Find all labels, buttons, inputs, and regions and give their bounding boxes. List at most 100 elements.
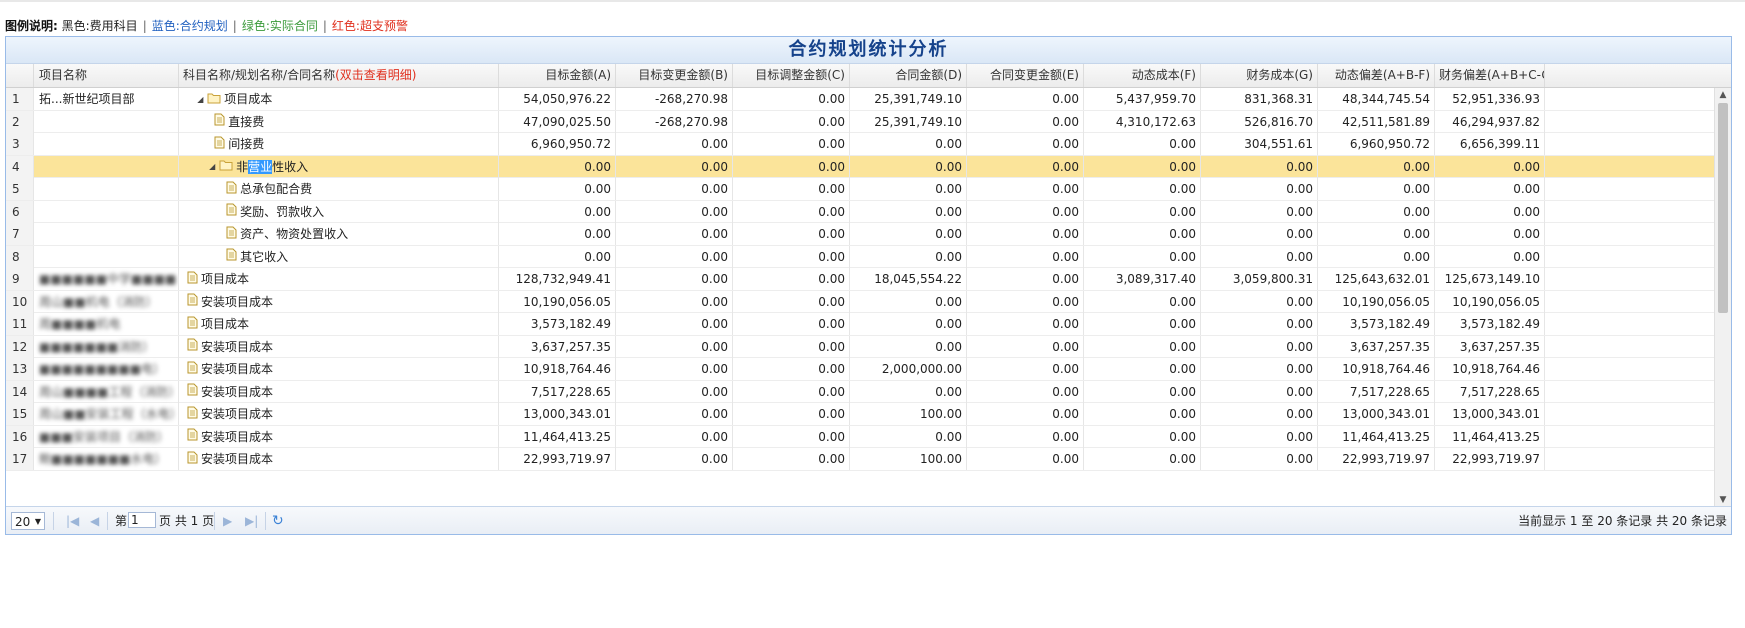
target-cell: 7,517,228.65 <box>499 380 616 403</box>
document-icon <box>187 359 198 381</box>
header-target-change[interactable]: 目标变更金额(B) <box>616 64 733 87</box>
header-target[interactable]: 目标金额(A) <box>499 64 616 87</box>
target-change-cell: -268,270.98 <box>616 110 733 133</box>
subject-name: 间接费 <box>228 137 265 151</box>
project-name-cell[interactable] <box>34 178 179 200</box>
header-project-name[interactable]: 项目名称 <box>34 64 179 87</box>
project-name-cell[interactable]: 周山■■机电（消防） <box>34 290 179 313</box>
project-name-cell[interactable] <box>34 245 179 268</box>
expand-arrow-icon[interactable]: ◢ <box>209 156 219 178</box>
subject-name-cell[interactable]: 间接费 <box>179 133 499 155</box>
record-summary: 当前显示 1 至 20 条记录 共 20 条记录 <box>1518 514 1727 528</box>
subject-name-cell[interactable]: 安装项目成本 <box>179 448 499 470</box>
table-row[interactable]: 15 周山■■安装工程（水电） 安装项目成本 13,000,343.01 0.00 0.0… <box>6 403 1716 426</box>
legend-items: 黑色:费用科目 | 蓝色:合约规划 | 绿色:实际合同 | 红色:超支预警 <box>62 19 408 33</box>
last-page-icon[interactable]: ▶| <box>245 512 258 530</box>
target-adjust-cell: 0.00 <box>733 155 850 178</box>
subject-name-cell[interactable]: ◢ 非营业性收入 <box>179 155 499 178</box>
subject-name-cell[interactable]: 资产、物资处置收入 <box>179 223 499 245</box>
table-row[interactable]: 16 ■■■安装项目（消防） 安装项目成本 11,464,413.25 0.00 0.00… <box>6 425 1716 448</box>
legend-item: 蓝色:合约规划 <box>151 19 228 33</box>
target-change-cell: 0.00 <box>616 268 733 290</box>
scroll-down-icon[interactable]: ▼ <box>1715 493 1731 507</box>
header-target-adjust[interactable]: 目标调整金额(C) <box>733 64 850 87</box>
target-cell: 10,190,056.05 <box>499 290 616 313</box>
table-row[interactable]: 2 直接费 47,090,025.50 -268,270.98 0.00 25,391,7… <box>6 110 1716 133</box>
target-cell: 22,993,719.97 <box>499 448 616 470</box>
project-name-cell[interactable] <box>34 155 179 178</box>
target-cell: 0.00 <box>499 223 616 245</box>
project-name-cell[interactable]: ■■■■■■■消防） <box>34 335 179 358</box>
subject-name-cell[interactable]: 项目成本 <box>179 268 499 290</box>
table-row[interactable]: 14 周山■■■■工程（消防） 安装项目成本 7,517,228.65 0.00 0.00… <box>6 380 1716 403</box>
target-change-cell: 0.00 <box>616 290 733 313</box>
table-row[interactable]: 5 总承包配合费 0.00 0.00 0.00 0.00 0.00 0.00 0.00 0.00 0… <box>6 178 1716 201</box>
header-dynamic-cost[interactable]: 动态成本(F) <box>1084 64 1201 87</box>
table-row[interactable]: 8 其它收入 0.00 0.00 0.00 0.00 0.00 0.00 0.00 0.00 0.0… <box>6 245 1716 268</box>
chevron-down-icon: ▼ <box>34 517 41 526</box>
project-name-cell[interactable] <box>34 110 179 133</box>
project-name-cell[interactable] <box>34 200 179 223</box>
header-contract[interactable]: 合同金额(D) <box>850 64 967 87</box>
refresh-icon[interactable]: ↻ <box>272 512 284 530</box>
contract-change-cell: 0.00 <box>967 425 1084 448</box>
page-prefix: 第 <box>115 514 128 528</box>
table-row[interactable]: 7 资产、物资处置收入 0.00 0.00 0.00 0.00 0.00 0.00 0.00 0.… <box>6 223 1716 246</box>
scroll-up-icon[interactable]: ▲ <box>1715 88 1731 102</box>
expand-arrow-icon[interactable]: ◢ <box>197 89 207 111</box>
table-row[interactable]: 4 ◢ 非营业性收入 0.00 0.00 0.00 0.00 0.00 0.00 0.00 0.00… <box>6 155 1716 178</box>
project-name-cell[interactable]: ■■■■■■中学■■■■ <box>34 268 179 290</box>
page-title: 合约规划统计分析 <box>6 37 1731 64</box>
dynamic-deviation-cell: 48,344,745.54 <box>1318 88 1435 110</box>
page-number-input[interactable]: 1 <box>128 512 156 528</box>
subject-name-cell[interactable]: 总承包配合费 <box>179 178 499 200</box>
project-name-cell[interactable] <box>34 223 179 245</box>
contract-cell: 25,391,749.10 <box>850 88 967 110</box>
table-header: 项目名称 科目名称/规划名称/合同名称(双击查看明细) 目标金额(A) 目标变更… <box>6 64 1731 88</box>
subject-name-cell[interactable]: 安装项目成本 <box>179 358 499 380</box>
subject-name-cell[interactable]: 其它收入 <box>179 245 499 268</box>
finance-deviation-cell: 10,190,056.05 <box>1435 290 1545 313</box>
project-name-cell[interactable]: 周■■■■机电 <box>34 313 179 335</box>
vertical-scrollbar[interactable]: ▲ ▼ <box>1714 88 1731 507</box>
dynamic-deviation-cell: 42,511,581.89 <box>1318 110 1435 133</box>
header-dynamic-deviation[interactable]: 动态偏差(A+B-F) <box>1318 64 1435 87</box>
table-row[interactable]: 9 ■■■■■■中学■■■■ 项目成本 128,732,949.41 0.00 0.00 1… <box>6 268 1716 291</box>
page-size-select[interactable]: 20 ▼ <box>11 512 45 530</box>
subject-name-cell[interactable]: 安装项目成本 <box>179 380 499 403</box>
first-page-icon[interactable]: |◀ <box>66 512 79 530</box>
scroll-thumb[interactable] <box>1718 103 1728 313</box>
table-row[interactable]: 11 周■■■■机电 项目成本 3,573,182.49 0.00 0.00 0.00 0.0… <box>6 313 1716 336</box>
header-contract-change[interactable]: 合同变更金额(E) <box>967 64 1084 87</box>
table-row[interactable]: 3 间接费 6,960,950.72 0.00 0.00 0.00 0.00 0.00 304,… <box>6 133 1716 156</box>
subject-name-cell[interactable]: 直接费 <box>179 110 499 133</box>
table-row[interactable]: 6 奖励、罚款收入 0.00 0.00 0.00 0.00 0.00 0.00 0.00 0.00… <box>6 200 1716 223</box>
project-name-cell[interactable]: 周山■■■■工程（消防） <box>34 380 179 403</box>
subject-name-cell[interactable]: 安装项目成本 <box>179 335 499 358</box>
project-name-cell[interactable]: ■■■■■■■■■电） <box>34 358 179 380</box>
table-row[interactable]: 12 ■■■■■■■消防） 安装项目成本 3,637,257.35 0.00 0.00 0.… <box>6 335 1716 358</box>
prev-page-icon[interactable]: ◀ <box>90 512 99 530</box>
header-finance-deviation[interactable]: 财务偏差(A+B+C-G) <box>1435 64 1545 87</box>
table-row[interactable]: 13 ■■■■■■■■■电） 安装项目成本 10,918,764.46 0.00 0.00… <box>6 358 1716 381</box>
target-adjust-cell: 0.00 <box>733 448 850 470</box>
header-subject-name[interactable]: 科目名称/规划名称/合同名称(双击查看明细) <box>179 64 499 87</box>
subject-name-cell[interactable]: 项目成本 <box>179 313 499 335</box>
subject-name-cell[interactable]: 安装项目成本 <box>179 403 499 425</box>
table-row[interactable]: 10 周山■■机电（消防） 安装项目成本 10,190,056.05 0.00 0.00 0… <box>6 290 1716 313</box>
subject-name-cell[interactable]: ◢ 项目成本 <box>179 88 499 110</box>
next-page-icon[interactable]: ▶ <box>223 512 232 530</box>
header-finance-cost[interactable]: 财务成本(G) <box>1201 64 1318 87</box>
project-name-cell[interactable]: 鲍■■■■■■■水电） <box>34 448 179 470</box>
project-name-cell[interactable]: 周山■■安装工程（水电） <box>34 403 179 425</box>
pager-divider <box>53 512 54 530</box>
page-number-input-wrap[interactable]: 1 <box>128 512 156 530</box>
project-name-cell[interactable]: ■■■安装项目（消防） <box>34 425 179 448</box>
table-row[interactable]: 17 鲍■■■■■■■水电） 安装项目成本 22,993,719.97 0.00 0.00… <box>6 448 1716 471</box>
subject-name-cell[interactable]: 奖励、罚款收入 <box>179 200 499 223</box>
project-name-cell[interactable] <box>34 133 179 155</box>
subject-name-cell[interactable]: 安装项目成本 <box>179 425 499 448</box>
subject-name-cell[interactable]: 安装项目成本 <box>179 290 499 313</box>
table-row[interactable]: 1 拓...新世纪项目部 ◢ 项目成本 54,050,976.22 -268,270.98… <box>6 88 1716 111</box>
project-name-cell[interactable]: 拓...新世纪项目部 <box>34 88 179 110</box>
